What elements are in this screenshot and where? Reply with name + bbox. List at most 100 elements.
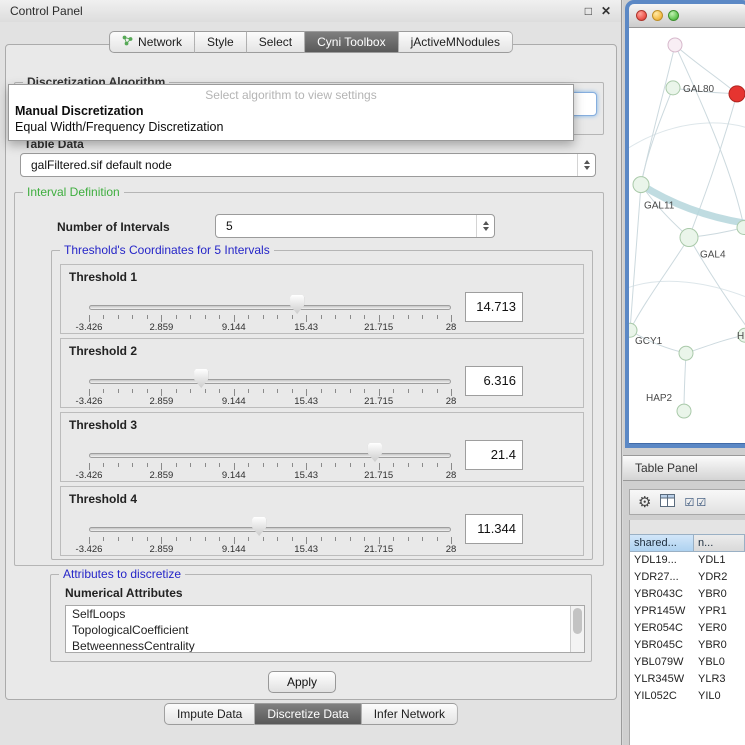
threshold-label: Threshold 4 — [69, 492, 137, 506]
network-node-label: H — [737, 331, 744, 342]
select-columns-icon[interactable]: ☑ — [696, 496, 706, 509]
thresholds-coordinates-group: Threshold's Coordinates for 5 Intervals … — [51, 250, 593, 560]
threshold-value-field[interactable]: 11.344 — [465, 514, 523, 544]
columns-icon[interactable] — [660, 494, 675, 510]
threshold-slider[interactable]: -3.4262.8599.14415.4321.71528 — [69, 513, 461, 555]
zoom-button[interactable] — [668, 10, 679, 21]
tab-infer-network[interactable]: Infer Network — [362, 703, 458, 725]
minimize-button[interactable] — [652, 10, 663, 21]
threshold-panel-2: Threshold 2 -3.4262.8599.14415.4321.71528… — [60, 338, 584, 408]
select-all-columns-icon[interactable]: ☑ — [684, 496, 694, 509]
network-node[interactable] — [668, 38, 682, 52]
window-title: Control Panel — [10, 4, 83, 18]
table-row[interactable]: YER054CYER0 — [630, 620, 745, 637]
threshold-label: Threshold 2 — [69, 344, 137, 358]
threshold-value-field[interactable]: 14.713 — [465, 292, 523, 322]
threshold-value-field[interactable]: 6.316 — [465, 366, 523, 396]
scale-label: 21.715 — [364, 544, 393, 555]
tab-label: Impute Data — [177, 707, 242, 721]
window-buttons: □ ✕ — [585, 4, 611, 18]
network-node-gcy1[interactable] — [629, 323, 637, 337]
table-row[interactable]: YPR145WYPR1 — [630, 603, 745, 620]
table-data-selected-value: galFiltered.sif default node — [21, 158, 172, 172]
table-row[interactable]: YDR27...YDR2 — [630, 569, 745, 586]
scale-label: 21.715 — [364, 470, 393, 481]
tab-network[interactable]: Network — [109, 31, 195, 53]
slider-thumb[interactable] — [252, 517, 266, 536]
scale-label: 15.43 — [294, 396, 318, 407]
tab-cyni-toolbox[interactable]: Cyni Toolbox — [305, 31, 398, 53]
network-canvas[interactable]: GAL80GAL11GAL4GCY1HAP2H — [629, 28, 745, 443]
table-row[interactable]: YBL079WYBL0 — [630, 654, 745, 671]
threshold-label: Threshold 3 — [69, 418, 137, 432]
network-node-hap2[interactable] — [677, 404, 691, 418]
algorithm-option-manual-discretization[interactable]: Manual Discretization — [9, 103, 573, 119]
threshold-slider[interactable]: -3.4262.8599.14415.4321.71528 — [69, 439, 461, 481]
table-row[interactable]: YLR345WYLR3 — [630, 671, 745, 688]
control-panel-titlebar: Control Panel □ ✕ — [0, 0, 621, 22]
number-of-intervals-combobox[interactable]: 5 — [215, 214, 495, 238]
tab-style[interactable]: Style — [195, 31, 247, 53]
threshold-panel-1: Threshold 1-3.4262.8599.14415.4321.71528… — [60, 264, 584, 334]
tab-label: jActiveMNodules — [411, 35, 500, 49]
table-row[interactable]: YBR043CYBR0 — [630, 586, 745, 603]
tab-jactivemnodules[interactable]: jActiveMNodules — [399, 31, 513, 53]
numerical-attributes-label: Numerical Attributes — [65, 586, 183, 600]
tab-select[interactable]: Select — [247, 31, 305, 53]
slider-thumb[interactable] — [194, 369, 208, 388]
gear-icon[interactable]: ⚙ — [638, 495, 651, 510]
table-data-combobox[interactable]: galFiltered.sif default node — [20, 153, 596, 177]
threshold-slider[interactable]: -3.4262.8599.14415.4321.71528 — [69, 365, 461, 407]
threshold-value-field[interactable]: 21.4 — [465, 440, 523, 470]
slider-thumb[interactable] — [368, 443, 382, 462]
tab-impute-data[interactable]: Impute Data — [164, 703, 255, 725]
interval-definition-label: Interval Definition — [23, 185, 124, 199]
close-button[interactable] — [636, 10, 647, 21]
network-node-gal80[interactable] — [666, 81, 680, 95]
algorithm-popup-hint: Select algorithm to view settings — [9, 85, 573, 103]
right-panel: GAL80GAL11GAL4GCY1HAP2H Table Panel ⚙ ☑ … — [623, 0, 745, 745]
network-node-label: GAL80 — [683, 84, 715, 95]
table-cell: YPR1 — [694, 603, 745, 620]
slider-thumb[interactable] — [290, 295, 304, 314]
threshold-list: Threshold 1-3.4262.8599.14415.4321.71528… — [52, 251, 592, 559]
number-of-intervals-value: 5 — [216, 219, 233, 233]
scale-label: 2.859 — [150, 470, 174, 481]
network-window-titlebar — [629, 4, 745, 28]
network-view-window: GAL80GAL11GAL4GCY1HAP2H — [625, 0, 745, 448]
network-node-gal4[interactable] — [680, 229, 698, 247]
network-node-gal11[interactable] — [633, 177, 649, 193]
number-of-intervals-label: Number of Intervals — [57, 220, 170, 234]
attribute-item[interactable]: SelfLoops — [66, 606, 584, 622]
attribute-item[interactable]: TopologicalCoefficient — [66, 622, 584, 638]
table-cell: YDR27... — [630, 569, 694, 586]
network-node-label: GCY1 — [635, 336, 663, 347]
slider-scale: -3.4262.8599.14415.4321.71528 — [89, 544, 451, 556]
table-cell: YPR145W — [630, 603, 694, 620]
scale-label: 15.43 — [294, 470, 318, 481]
tab-discretize-data[interactable]: Discretize Data — [255, 703, 361, 725]
table-cell: YBR043C — [630, 586, 694, 603]
float-window-button[interactable]: □ — [585, 4, 592, 18]
threshold-slider[interactable]: -3.4262.8599.14415.4321.71528 — [69, 291, 461, 333]
scale-label: 9.144 — [222, 544, 246, 555]
scrollbar-thumb[interactable] — [573, 608, 582, 634]
attributes-scrollbar[interactable] — [570, 606, 584, 652]
combo-stepper-icon — [476, 215, 494, 237]
table-toolbar: ⚙ ☑ ☑ — [629, 489, 745, 515]
network-node[interactable] — [729, 86, 745, 102]
algorithm-option-equal-width-frequency[interactable]: Equal Width/Frequency Discretization — [9, 119, 573, 135]
apply-button[interactable]: Apply — [268, 671, 336, 693]
table-row[interactable]: YIL052CYIL0 — [630, 688, 745, 705]
column-header-n[interactable]: n... — [694, 534, 745, 552]
network-node[interactable] — [679, 346, 693, 360]
slider-scale: -3.4262.8599.14415.4321.71528 — [89, 322, 451, 334]
attribute-item[interactable]: BetweennessCentrality — [66, 638, 584, 653]
table-cell: YBL079W — [630, 654, 694, 671]
column-header-shared[interactable]: shared... — [630, 534, 694, 552]
algorithm-dropdown-popup: Select algorithm to view settings Manual… — [8, 84, 574, 141]
table-row[interactable]: YDL19...YDL1 — [630, 552, 745, 569]
close-window-button[interactable]: ✕ — [601, 4, 611, 18]
table-row[interactable]: YBR045CYBR0 — [630, 637, 745, 654]
table-cell: YER0 — [694, 620, 745, 637]
